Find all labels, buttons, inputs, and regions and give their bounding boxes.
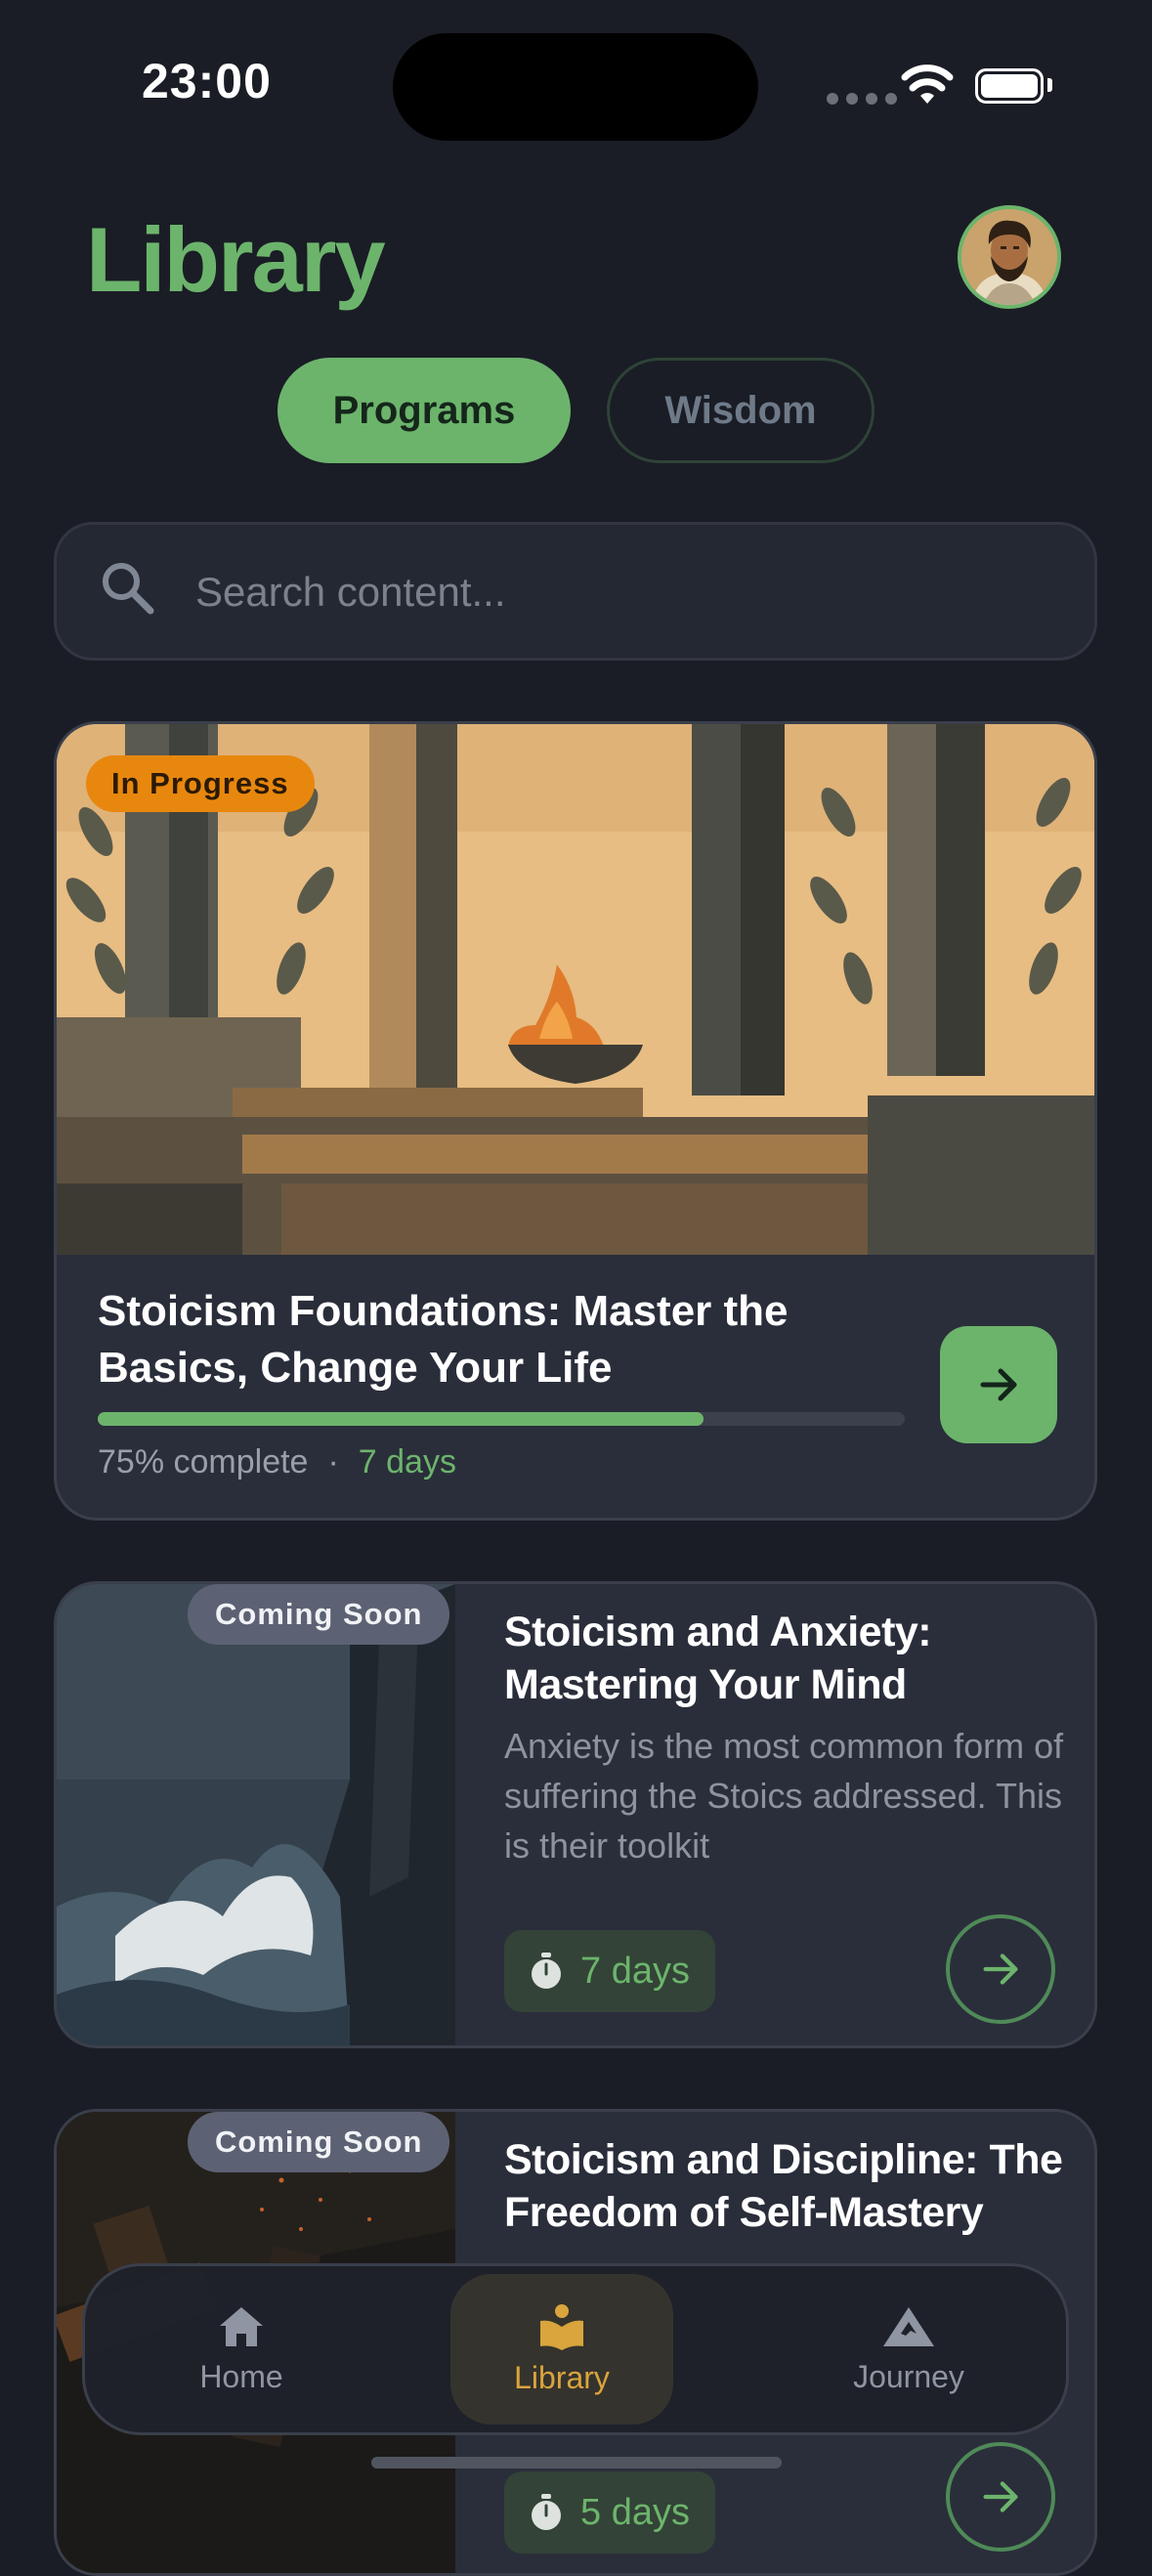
nav-item-home[interactable]: Home (144, 2274, 339, 2425)
duration-text: 7 days (580, 1950, 690, 1992)
mountain-icon (883, 2306, 934, 2346)
status-time: 23:00 (142, 54, 272, 108)
philosopher-bust-image (961, 209, 1057, 305)
duration-pill: 5 days (504, 2471, 715, 2554)
arrow-right-icon (983, 2481, 1018, 2512)
page-title: Library (86, 208, 386, 311)
home-indicator (371, 2457, 782, 2469)
featured-program-card[interactable]: In Progress Stoicism Foundations: Master… (54, 721, 1097, 1521)
arrow-right-icon (983, 1953, 1018, 1985)
search-icon (103, 563, 154, 615)
progress-bar-fill (98, 1412, 704, 1426)
nav-label: Library (514, 2359, 610, 2395)
nav-item-library[interactable]: Library (450, 2274, 673, 2425)
stopwatch-icon (532, 1953, 561, 1989)
search-input[interactable] (193, 525, 1057, 660)
battery-tip (1047, 78, 1052, 92)
program-title: Stoicism and Anxiety: Mastering Your Min… (504, 1609, 932, 1708)
stopwatch-icon (532, 2494, 561, 2530)
meta-separator: · (327, 1443, 339, 1481)
stormy-sea-cliff-image (57, 1584, 455, 2045)
home-icon (220, 2306, 263, 2346)
open-program-button[interactable] (946, 1914, 1055, 2024)
status-badge-coming-soon: Coming Soon (188, 2112, 450, 2172)
program-card[interactable]: Coming Soon Stoicism and Anxiety: Master… (54, 1581, 1097, 2048)
tab-wisdom[interactable]: Wisdom (607, 358, 875, 463)
nav-item-journey[interactable]: Journey (796, 2274, 1021, 2425)
featured-program-meta: 75% complete · 7 days (98, 1443, 456, 1481)
program-title: Stoicism and Discipline: The Freedom of … (504, 2136, 1063, 2236)
open-program-button[interactable] (946, 2442, 1055, 2552)
search-bar[interactable] (54, 522, 1097, 661)
progress-bar (98, 1412, 905, 1426)
continue-program-button[interactable] (940, 1326, 1057, 1443)
duration-text: 7 days (358, 1443, 456, 1481)
cellular-signal-icon (827, 93, 897, 105)
featured-program-title: Stoicism Foundations: Master the Basics,… (98, 1287, 789, 1392)
wifi-icon (901, 64, 954, 104)
dynamic-island (393, 33, 758, 141)
program-description: Anxiety is the most common form of suffe… (504, 1726, 1064, 1866)
book-reader-icon (540, 2303, 583, 2350)
status-badge-in-progress: In Progress (86, 755, 315, 812)
avatar[interactable] (958, 205, 1061, 309)
status-badge-coming-soon: Coming Soon (188, 1584, 450, 1645)
arrow-right-icon (980, 1368, 1017, 1401)
nav-label: Journey (853, 2358, 964, 2394)
progress-text: 75% complete (98, 1443, 309, 1481)
duration-pill: 7 days (504, 1930, 715, 2012)
tab-programs[interactable]: Programs (277, 358, 571, 463)
bottom-nav: Home Library Journey (82, 2263, 1069, 2435)
battery-icon (975, 68, 1044, 104)
nav-label: Home (199, 2358, 283, 2394)
